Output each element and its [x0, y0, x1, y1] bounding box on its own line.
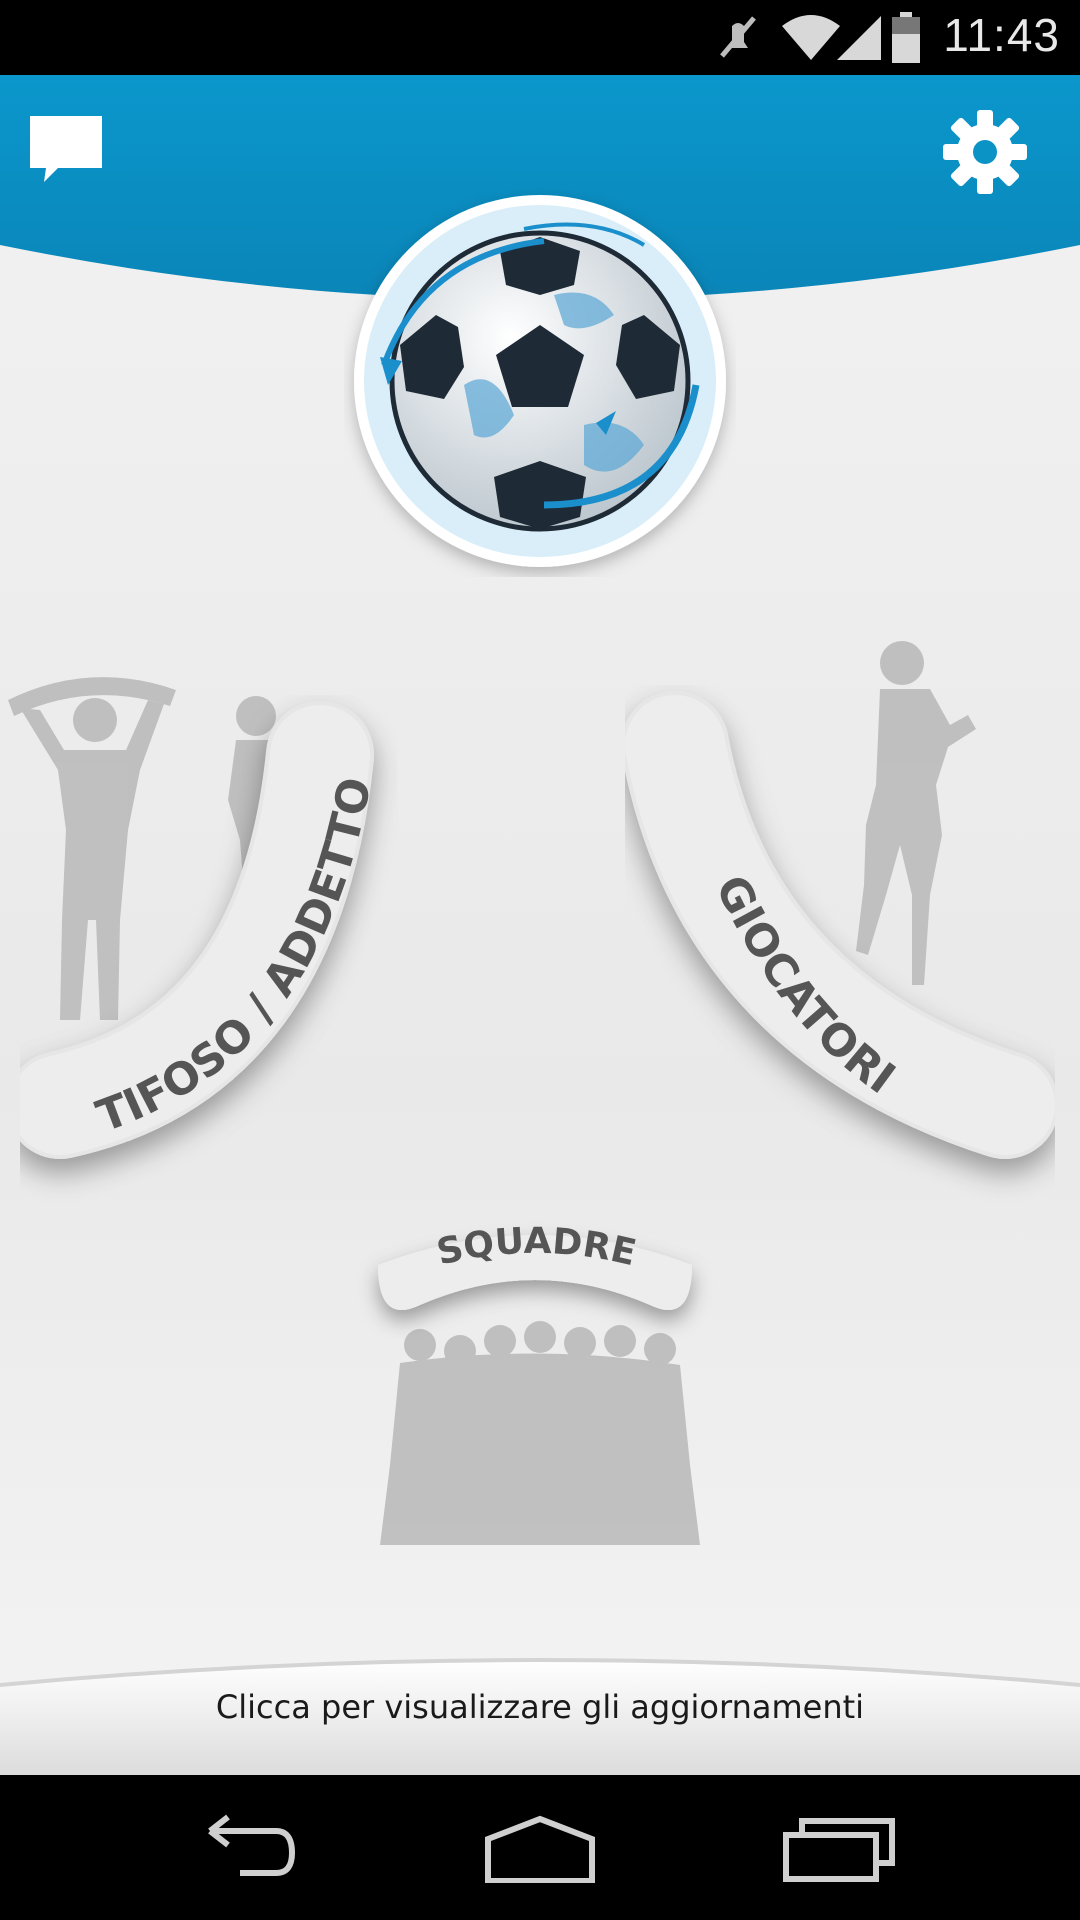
- fan-staff-button[interactable]: TIFOSO / ADDETTO: [20, 695, 440, 1215]
- mute-icon: [720, 16, 756, 58]
- status-time: 11:43: [943, 9, 1060, 61]
- signal-icon: [837, 16, 881, 60]
- team-silhouette: [380, 1321, 700, 1545]
- battery-icon: [892, 12, 920, 63]
- chat-icon[interactable]: [26, 110, 106, 190]
- app-content: TIFOSO / ADDETTO GIOCATORI SQUADRE Clicc…: [0, 75, 1080, 1775]
- back-icon[interactable]: [180, 1813, 300, 1883]
- nav-bar: [0, 1775, 1080, 1920]
- players-button[interactable]: GIOCATORI: [625, 685, 1055, 1205]
- globe-soccer-ball-icon: [354, 195, 726, 567]
- recents-icon[interactable]: [780, 1813, 900, 1883]
- teams-button[interactable]: SQUADRE: [330, 1175, 750, 1345]
- updates-text[interactable]: Clicca per visualizzare gli aggiornament…: [0, 1688, 1080, 1726]
- status-bar: 11:43: [0, 0, 1080, 75]
- gear-icon[interactable]: [940, 107, 1030, 197]
- wifi-icon: [782, 15, 840, 60]
- home-icon[interactable]: [480, 1813, 600, 1883]
